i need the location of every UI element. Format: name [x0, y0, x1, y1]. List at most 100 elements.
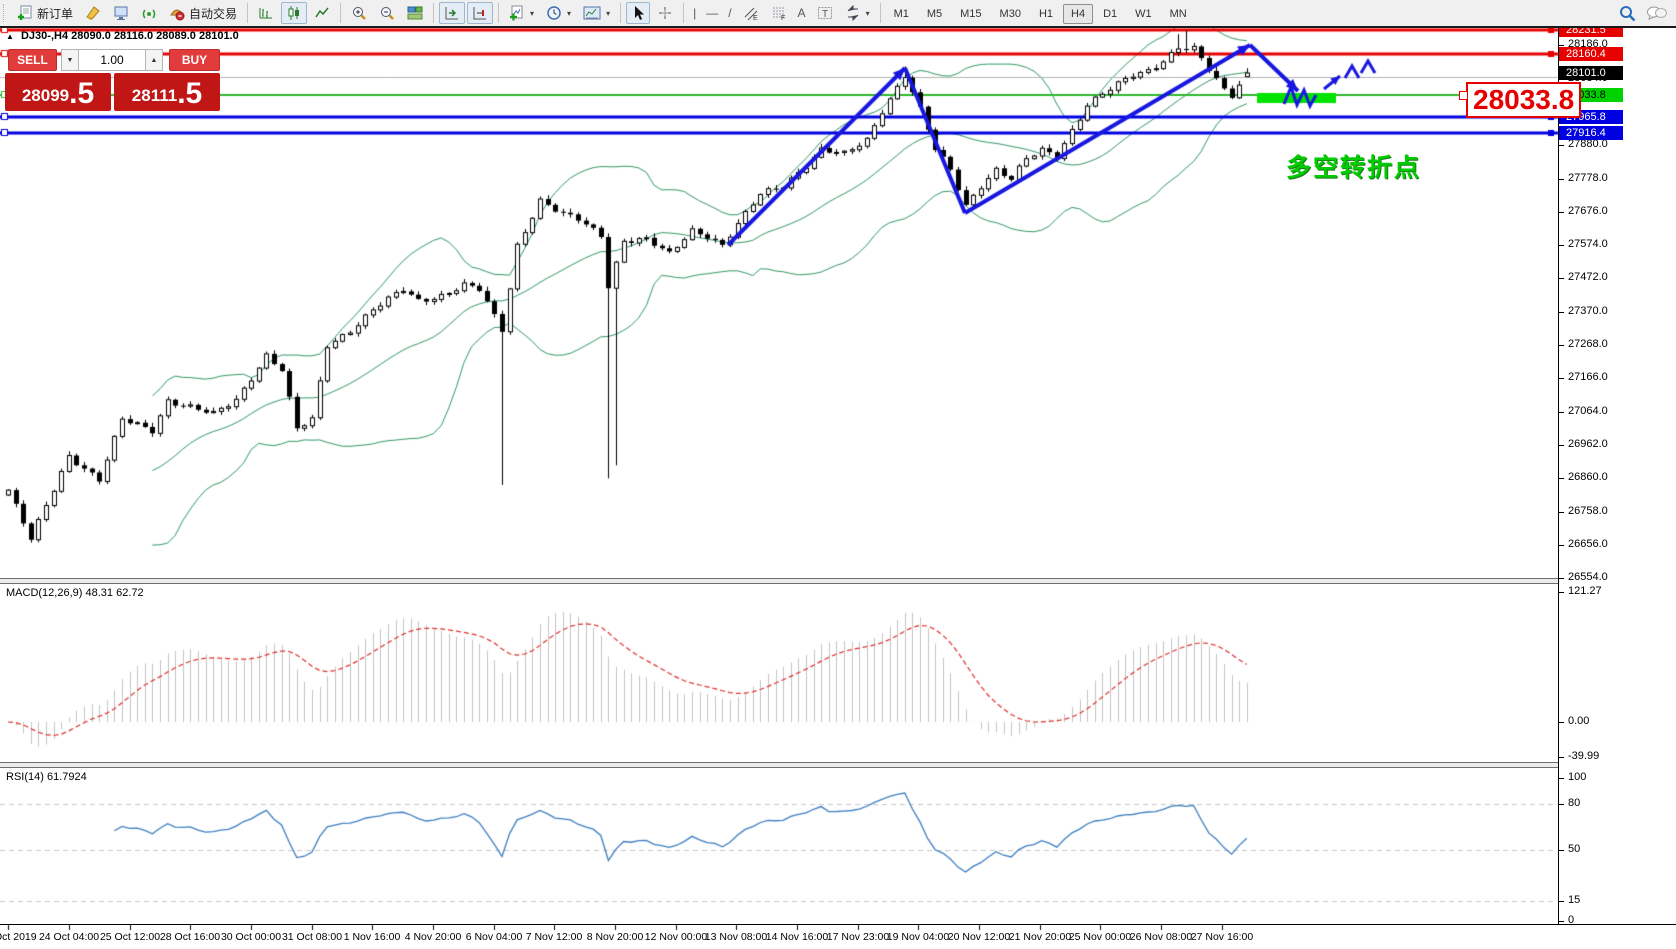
chart-shift-button[interactable]: [439, 2, 465, 24]
macd-tick-label: 0.00: [1568, 715, 1589, 727]
price-level-badge: 28160.4: [1559, 47, 1623, 61]
volume-increase-button[interactable]: ▲: [145, 49, 163, 71]
sell-price-main: 28099: [22, 83, 69, 109]
axis-tick-mark: [1559, 312, 1564, 313]
timeframe-d1[interactable]: D1: [1095, 4, 1125, 24]
macd-tick-label: -39.99: [1568, 750, 1599, 762]
sell-button[interactable]: SELL: [8, 49, 57, 71]
annotation-anchor-handle[interactable]: [1459, 91, 1468, 100]
timeframe-m30[interactable]: M30: [992, 4, 1029, 24]
buy-button[interactable]: BUY: [169, 49, 220, 71]
timeframe-w1[interactable]: W1: [1127, 4, 1160, 24]
axis-tick-mark: [1559, 445, 1564, 446]
timeframe-h4[interactable]: H4: [1063, 4, 1093, 24]
candlestick-icon: [286, 5, 302, 21]
price-tick-label: 27676.0: [1568, 205, 1608, 217]
time-axis-label: 6 Nov 04:00: [466, 931, 523, 943]
time-axis-label: 4 Nov 20:00: [405, 931, 462, 943]
text-tool[interactable]: A: [793, 5, 811, 21]
price-axis[interactable]: 28186.028084.027880.027778.027676.027574…: [1558, 26, 1676, 924]
crosshair-tool-button[interactable]: [652, 2, 678, 24]
svg-text:E: E: [753, 15, 758, 21]
panel-divider[interactable]: [0, 762, 1676, 768]
arrows-tool[interactable]: ▾: [840, 2, 875, 24]
timeframe-m1[interactable]: M1: [886, 4, 917, 24]
svg-text:T: T: [822, 9, 828, 20]
price-tick-label: 27268.0: [1568, 338, 1608, 350]
axis-tick-mark: [1559, 45, 1564, 46]
volume-input[interactable]: [79, 49, 145, 71]
chart-context-icon: ▲: [6, 32, 14, 41]
time-axis-label: 26 Nov 08:00: [1130, 931, 1192, 943]
new-order-button[interactable]: 新订单: [12, 2, 78, 25]
toolbar-separator: [433, 3, 434, 23]
time-axis[interactable]: 22 Oct 201924 Oct 04:0025 Oct 12:0028 Oc…: [0, 924, 1676, 949]
search-icon[interactable]: [1619, 5, 1636, 22]
timeframe-mn[interactable]: MN: [1162, 4, 1195, 24]
axis-tick-mark: [1559, 578, 1564, 579]
chat-icon[interactable]: [1646, 5, 1668, 21]
chart-canvas[interactable]: [0, 0, 1676, 949]
macd-tick-label: 121.27: [1568, 585, 1602, 597]
market-watch-button[interactable]: [108, 2, 134, 24]
text-label-tool[interactable]: T: [812, 2, 838, 24]
line-chart-mode-button[interactable]: [309, 2, 335, 24]
price-tick-label: 27574.0: [1568, 238, 1608, 250]
fibonacci-icon: F: [771, 5, 787, 21]
macd-name: MACD(12,26,9): [6, 587, 82, 599]
cursor-icon: [631, 5, 645, 21]
axis-tick-mark: [1559, 145, 1564, 146]
arrows-dropdown-caret: ▾: [866, 9, 870, 18]
signal-icon: [141, 5, 157, 21]
timeframe-h1[interactable]: H1: [1031, 4, 1061, 24]
zoom-out-button[interactable]: [374, 2, 400, 24]
axis-tick-mark: [1559, 212, 1564, 213]
time-axis-label: 20 Nov 12:00: [948, 931, 1010, 943]
time-axis-label: 19 Nov 04:00: [887, 931, 949, 943]
volume-decrease-button[interactable]: ▼: [61, 49, 79, 71]
time-axis-label: 1 Nov 16:00: [344, 931, 401, 943]
timeframe-group: M1M5M15M30H1H4D1W1MN: [885, 6, 1196, 20]
chinese-annotation[interactable]: 多空转折点: [1286, 148, 1421, 184]
bar-chart-mode-button[interactable]: [253, 2, 279, 24]
crosshair-icon: [657, 5, 673, 21]
auto-trading-button[interactable]: 自动交易: [164, 2, 242, 25]
panel-divider[interactable]: [0, 578, 1676, 584]
macd-indicator-label: MACD(12,26,9) 48.31 62.72: [6, 587, 144, 599]
horizontal-line-tool[interactable]: —: [701, 5, 723, 21]
timeframe-m5[interactable]: M5: [919, 4, 950, 24]
toolbar-separator: [620, 3, 621, 23]
vertical-line-tool[interactable]: |: [688, 5, 701, 21]
axis-tick-mark: [1559, 478, 1564, 479]
axis-tick-mark: [1559, 722, 1564, 723]
clock-icon: [546, 5, 562, 21]
periods-button[interactable]: ▾: [541, 2, 576, 24]
axis-tick-mark: [1559, 412, 1564, 413]
timeframe-m15[interactable]: M15: [952, 4, 989, 24]
price-annotation-label[interactable]: 28033.8: [1466, 82, 1581, 118]
channel-icon: E: [743, 5, 759, 21]
styler-icon: [85, 5, 101, 21]
equidistant-channel-tool[interactable]: E: [738, 2, 764, 24]
cursor-tool-button[interactable]: [626, 2, 650, 24]
tile-windows-button[interactable]: [402, 2, 428, 24]
styler-button[interactable]: [80, 2, 106, 24]
price-tick-label: 26962.0: [1568, 438, 1608, 450]
sell-price-box[interactable]: 28099 .5: [5, 73, 111, 111]
zoom-in-icon: [351, 5, 367, 21]
periods-dropdown-caret: ▾: [567, 9, 571, 18]
axis-tick-mark: [1559, 345, 1564, 346]
chart-shift-icon: [444, 5, 460, 21]
templates-button[interactable]: ▾: [578, 3, 615, 23]
signals-button[interactable]: [136, 2, 162, 24]
axis-tick-mark: [1559, 512, 1564, 513]
fibonacci-tool[interactable]: F: [766, 2, 792, 24]
buy-price-box[interactable]: 28111 .5: [114, 73, 220, 111]
auto-scroll-button[interactable]: [467, 2, 493, 24]
indicators-button[interactable]: ▾: [504, 2, 539, 24]
price-tick-label: 26860.0: [1568, 471, 1608, 483]
rsi-value: 61.7924: [47, 771, 87, 783]
trendline-tool[interactable]: /: [723, 5, 736, 21]
candlestick-mode-button[interactable]: [281, 2, 307, 24]
zoom-in-button[interactable]: [346, 2, 372, 24]
